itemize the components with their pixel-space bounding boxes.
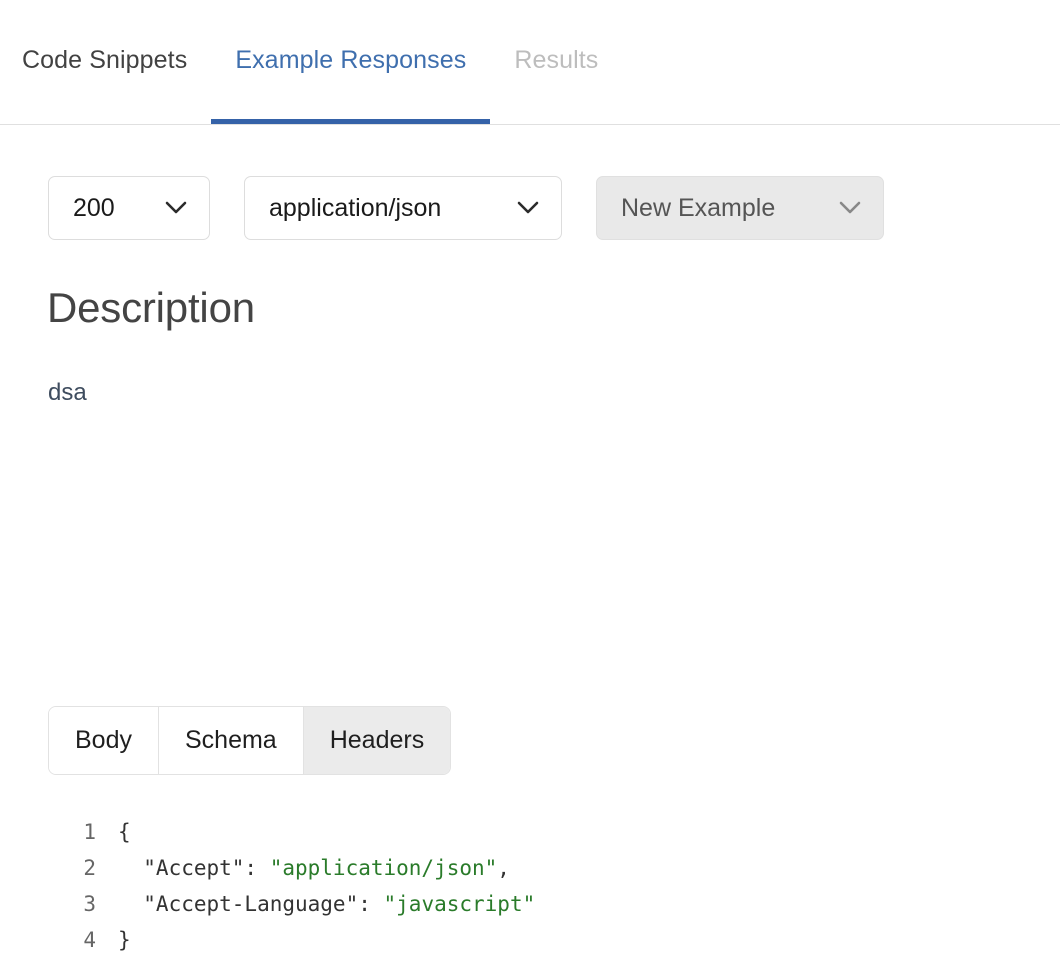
primary-tab-list: Code Snippets Example Responses Results [22,0,622,124]
response-selector-row: 200 application/json New Example [48,176,884,240]
chevron-down-icon [165,201,187,214]
tab-headers[interactable]: Headers [303,707,451,774]
active-tab-underline [211,119,491,124]
code-string: "application/json" [269,856,498,880]
status-code-value: 200 [73,193,115,222]
line-number: 2 [83,856,96,880]
line-number: 3 [83,892,96,916]
content-type-dropdown[interactable]: application/json [244,176,562,240]
code-line: 2 "Accept": "application/json", [48,850,1048,886]
line-number: 1 [83,820,96,844]
code-line: 4 } [48,922,1048,958]
code-line-content: { [96,814,131,850]
response-view-tabs: Body Schema Headers [48,706,452,775]
code-plain: "Accept": [118,856,270,880]
tab-schema-label: Schema [184,726,277,754]
code-plain: "Accept-Language": [118,892,384,916]
tab-example-responses-label: Example Responses [235,46,467,74]
code-plain: { [118,820,131,844]
code-plain-tail: , [497,856,510,880]
tab-body-label: Body [75,726,132,754]
chevron-down-icon [839,201,861,214]
tab-body[interactable]: Body [49,707,159,774]
tab-example-responses[interactable]: Example Responses [211,0,491,124]
headers-code-block[interactable]: 1 { 2 "Accept": "application/json", 3 "A… [48,814,1048,958]
chevron-down-icon [517,201,539,214]
code-line: 3 "Accept-Language": "javascript" [48,886,1048,922]
primary-tab-bar: Code Snippets Example Responses Results [0,0,1060,125]
code-plain: } [118,928,131,952]
code-line-content: "Accept": "application/json", [96,850,510,886]
line-number: 4 [83,928,96,952]
code-string: "javascript" [383,892,536,916]
description-heading: Description [47,284,255,331]
code-line-content: } [96,922,131,958]
tab-schema[interactable]: Schema [158,707,304,774]
code-line: 1 { [48,814,1048,850]
status-code-dropdown[interactable]: 200 [48,176,210,240]
tab-results-label: Results [514,46,599,74]
example-selector-dropdown[interactable]: New Example [596,176,884,240]
tab-headers-label: Headers [329,726,425,754]
tab-code-snippets-label: Code Snippets [22,46,188,74]
example-selector-value: New Example [621,193,776,222]
tab-results[interactable]: Results [490,0,622,124]
tab-code-snippets[interactable]: Code Snippets [22,0,211,124]
description-text[interactable]: dsa [48,378,87,408]
code-line-content: "Accept-Language": "javascript" [96,886,535,922]
content-type-value: application/json [269,193,442,222]
